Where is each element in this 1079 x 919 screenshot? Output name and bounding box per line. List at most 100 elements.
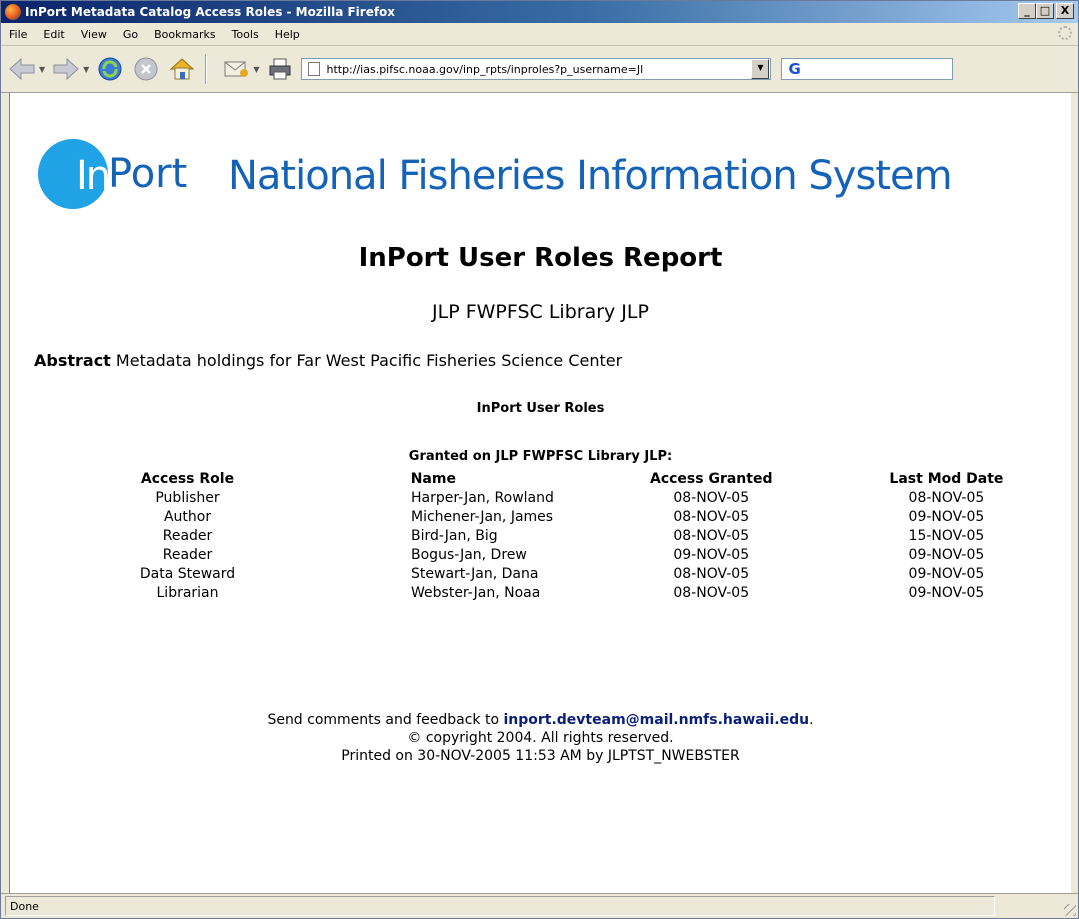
cell-name: Michener-Jan, James <box>411 508 554 525</box>
table-row: Reader Bogus-Jan, Drew 09-NOV-05 09-NOV-… <box>102 545 1064 564</box>
cell-last-mod: 15-NOV-05 <box>908 527 985 544</box>
reload-button[interactable] <box>95 52 125 86</box>
logo-port-text: Port <box>108 151 188 197</box>
cell-last-mod: 09-NOV-05 <box>908 565 985 582</box>
roles-table: Access Role Name Access Granted Last Mod… <box>102 469 1064 602</box>
cell-access-granted: 08-NOV-05 <box>673 565 750 582</box>
feedback-email-link[interactable]: inport.devteam@mail.nmfs.hawaii.edu <box>503 712 809 728</box>
url-input[interactable]: http://ias.pifsc.noaa.gov/inp_rpts/inpro… <box>326 63 751 76</box>
printed-text: Printed on 30-NOV-2005 11:53 AM by JLPTS… <box>341 748 740 764</box>
mail-dropdown-icon[interactable]: ▼ <box>253 65 259 74</box>
table-row: Publisher Harper-Jan, Rowland 08-NOV-05 … <box>102 488 1064 507</box>
forward-dropdown-icon[interactable]: ▼ <box>83 65 89 74</box>
cell-name: Bogus-Jan, Drew <box>411 546 527 563</box>
menu-bookmarks[interactable]: Bookmarks <box>146 28 223 41</box>
header-last-mod-date: Last Mod Date <box>889 470 1004 487</box>
cell-role: Librarian <box>156 584 219 601</box>
reload-icon <box>95 56 125 82</box>
cell-access-granted: 08-NOV-05 <box>673 527 750 544</box>
table-row: Data Steward Stewart-Jan, Dana 08-NOV-05… <box>102 564 1064 583</box>
cell-last-mod: 09-NOV-05 <box>908 584 985 601</box>
feedback-line: Send comments and feedback to inport.dev… <box>10 711 1071 729</box>
cell-name: Webster-Jan, Noaa <box>411 584 541 601</box>
window-controls: _ □ X <box>1018 3 1074 19</box>
address-bar[interactable]: http://ias.pifsc.noaa.gov/inp_rpts/inpro… <box>301 58 772 80</box>
abstract-text: Metadata holdings for Far West Pacific F… <box>110 351 623 370</box>
header-name: Name <box>410 470 456 487</box>
throbber-icon <box>1058 26 1072 40</box>
status-bar: Done <box>1 893 1078 918</box>
header-access-granted: Access Granted <box>649 470 773 487</box>
browser-window: InPort Metadata Catalog Access Roles - M… <box>0 0 1079 919</box>
title-bar[interactable]: InPort Metadata Catalog Access Roles - M… <box>1 1 1078 23</box>
report-title: InPort User Roles Report <box>358 243 723 273</box>
stop-icon <box>131 56 161 82</box>
mail-icon <box>221 56 251 82</box>
status-text: Done <box>5 896 995 916</box>
mail-button[interactable]: ▼ <box>221 52 259 86</box>
maximize-button[interactable]: □ <box>1036 3 1054 19</box>
copyright-text: © copyright 2004. All rights reserved. <box>407 730 674 746</box>
firefox-icon <box>5 4 21 20</box>
abstract: Abstract Metadata holdings for Far West … <box>34 351 622 370</box>
menu-edit[interactable]: Edit <box>35 28 72 41</box>
minimize-button[interactable]: _ <box>1018 3 1036 19</box>
navigation-toolbar: ▼ ▼ ▼ http://ias.pifsc.noaa.gov/inp_rpts… <box>1 46 1078 93</box>
table-row: Reader Bird-Jan, Big 08-NOV-05 15-NOV-05 <box>102 526 1064 545</box>
granted-heading: Granted on JLP FWPFSC Library JLP: <box>408 449 673 464</box>
back-arrow-icon <box>7 56 37 82</box>
logo-in-text: In <box>76 153 111 199</box>
cell-name: Bird-Jan, Big <box>411 527 498 544</box>
home-icon <box>167 56 197 82</box>
cell-access-granted: 08-NOV-05 <box>673 584 750 601</box>
cell-name: Harper-Jan, Rowland <box>411 489 554 506</box>
window-title: InPort Metadata Catalog Access Roles - M… <box>25 5 396 19</box>
cell-role: Reader <box>162 546 213 563</box>
toolbar-separator <box>205 54 208 84</box>
feedback-suffix: . <box>809 712 814 728</box>
close-button[interactable]: X <box>1056 3 1074 19</box>
inport-logo: In Port National Fisheries Information S… <box>38 139 953 209</box>
menu-bar: File Edit View Go Bookmarks Tools Help <box>1 23 1078 46</box>
search-box[interactable]: G <box>781 58 954 80</box>
menu-file[interactable]: File <box>1 28 35 41</box>
page-content: In Port National Fisheries Information S… <box>9 93 1071 894</box>
url-dropdown-button[interactable]: ▼ <box>751 59 770 79</box>
cell-name: Stewart-Jan, Dana <box>411 565 539 582</box>
back-dropdown-icon[interactable]: ▼ <box>39 65 45 74</box>
google-search-icon: G <box>788 60 801 78</box>
print-button[interactable] <box>265 52 295 86</box>
forward-button[interactable]: ▼ <box>51 52 89 86</box>
printer-icon <box>265 56 295 82</box>
header-access-role: Access Role <box>140 470 235 487</box>
cell-role: Data Steward <box>139 565 236 582</box>
cell-role: Reader <box>162 527 213 544</box>
abstract-label: Abstract <box>34 351 111 370</box>
cell-access-granted: 08-NOV-05 <box>673 489 750 506</box>
cell-role: Publisher <box>155 489 220 506</box>
menu-view[interactable]: View <box>73 28 115 41</box>
menu-tools[interactable]: Tools <box>224 28 267 41</box>
roles-heading: InPort User Roles <box>476 401 605 416</box>
cell-last-mod: 08-NOV-05 <box>908 489 985 506</box>
table-header-row: Access Role Name Access Granted Last Mod… <box>102 469 1064 488</box>
report-subtitle: JLP FWPFSC Library JLP <box>432 301 649 323</box>
table-row: Author Michener-Jan, James 08-NOV-05 09-… <box>102 507 1064 526</box>
cell-access-granted: 08-NOV-05 <box>673 508 750 525</box>
forward-arrow-icon <box>51 56 81 82</box>
cell-role: Author <box>163 508 212 525</box>
resize-grip-icon[interactable] <box>1064 904 1076 916</box>
cell-access-granted: 09-NOV-05 <box>673 546 750 563</box>
menu-help[interactable]: Help <box>267 28 308 41</box>
menu-go[interactable]: Go <box>115 28 146 41</box>
page-footer: Send comments and feedback to inport.dev… <box>10 711 1071 765</box>
feedback-prefix: Send comments and feedback to <box>267 712 504 728</box>
stop-button[interactable] <box>131 52 161 86</box>
page-icon <box>308 62 321 76</box>
table-row: Librarian Webster-Jan, Noaa 08-NOV-05 09… <box>102 583 1064 602</box>
home-button[interactable] <box>167 52 197 86</box>
logo-tagline: National Fisheries Information System <box>228 153 953 199</box>
back-button[interactable]: ▼ <box>7 52 45 86</box>
cell-last-mod: 09-NOV-05 <box>908 508 985 525</box>
cell-last-mod: 09-NOV-05 <box>908 546 985 563</box>
